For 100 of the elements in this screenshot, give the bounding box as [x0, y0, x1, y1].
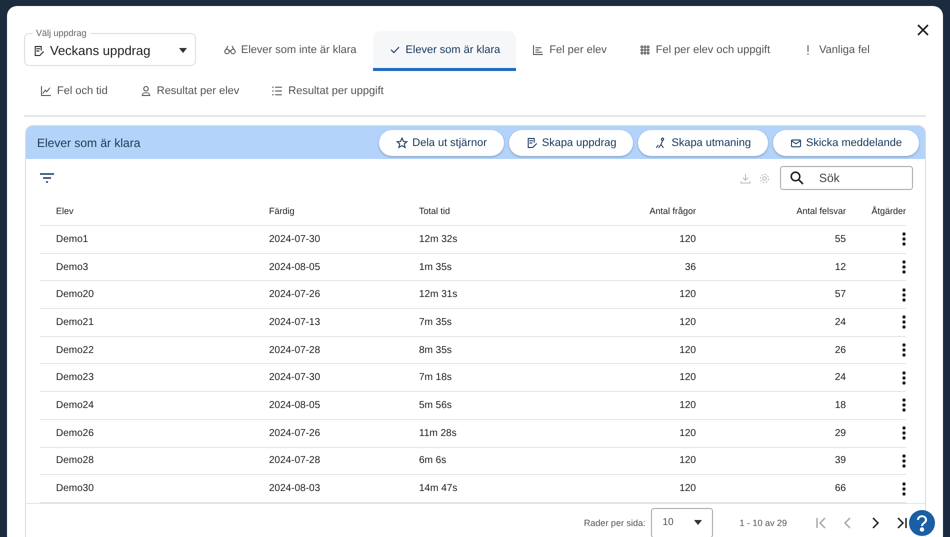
panel-title: Elever som är klara	[37, 136, 142, 150]
table-cell: 26	[834, 344, 846, 356]
grid-icon	[638, 44, 651, 56]
star-icon	[396, 136, 408, 148]
table-cell: 2024-07-13	[269, 316, 320, 328]
action-button[interactable]: Dela ut stjärnor	[379, 130, 504, 156]
more-options-icon[interactable]	[902, 343, 906, 358]
last-page-icon	[895, 516, 909, 530]
dropdown-arrow-icon	[179, 48, 187, 53]
document-edit-icon	[33, 44, 45, 56]
table-cell: 29	[834, 428, 846, 439]
table-cell: Demo3	[56, 262, 88, 273]
rows-per-page-label: Rader per sida:	[584, 518, 646, 528]
table-cell: Demo23	[56, 372, 94, 384]
more-options-icon[interactable]	[902, 426, 906, 440]
select-value: Veckans uppdrag	[50, 43, 152, 58]
tab[interactable]: Resultat per uppgift	[255, 75, 400, 109]
action-button[interactable]: Skicka meddelande	[772, 130, 919, 156]
table-cell: 12m 32s	[419, 234, 458, 245]
table-cell: 120	[679, 344, 696, 356]
tab[interactable]: Resultat per elev	[124, 75, 256, 109]
column-header[interactable]: Färdig	[269, 206, 295, 216]
table-cell: Demo24	[56, 400, 94, 411]
more-options-icon[interactable]	[902, 260, 906, 274]
column-header[interactable]: Total tid	[419, 206, 450, 216]
table-cell: 12	[834, 262, 846, 273]
table-cell: 120	[679, 372, 696, 384]
filter-icon[interactable]	[40, 173, 54, 183]
column-header[interactable]: Åtgärder	[871, 206, 906, 216]
table-cell: 120	[679, 234, 696, 245]
assignment-select[interactable]: Välj uppdrag Veckans uppdrag	[24, 28, 196, 66]
table-cell: Demo1	[56, 234, 88, 245]
tab[interactable]: Fel per elev	[516, 31, 623, 71]
table-cell: 18	[834, 400, 846, 411]
table-cell: 5m 56s	[419, 400, 452, 411]
bar-chart-icon	[532, 44, 544, 56]
table-cell: 2024-08-05	[269, 262, 320, 273]
table-cell: 12m 31s	[419, 289, 458, 300]
table-cell: 57	[834, 289, 846, 300]
line-chart-icon	[40, 84, 52, 96]
help-button[interactable]	[909, 510, 935, 536]
table-cell: 2024-07-30	[269, 234, 320, 245]
search-field[interactable]: Sök	[780, 166, 913, 190]
tab[interactable]: Fel per elev och uppgift	[622, 31, 786, 71]
tab[interactable]: Elever som är klara	[372, 31, 516, 71]
column-header[interactable]: Elev	[56, 206, 74, 216]
document-edit-icon	[526, 136, 538, 148]
select-label: Välj uppdrag	[35, 28, 88, 38]
dropdown-arrow-icon	[694, 520, 702, 526]
more-options-icon[interactable]	[902, 454, 906, 468]
table-cell: 24	[834, 316, 846, 328]
table-cell: 120	[679, 483, 696, 494]
tab[interactable]: Fel och tid	[24, 75, 124, 109]
table-cell: Demo20	[56, 289, 94, 300]
table-cell: 1m 35s	[419, 262, 452, 273]
table-cell: 6m 6s	[419, 455, 446, 466]
table-cell: 120	[679, 316, 696, 328]
column-header[interactable]: Antal frågor	[649, 206, 696, 216]
first-page-icon	[814, 516, 828, 530]
more-options-icon[interactable]	[902, 398, 906, 412]
rows-per-page-select[interactable]: 10	[651, 508, 714, 537]
table-cell: 2024-07-26	[269, 428, 320, 439]
table-cell: 11m 28s	[419, 428, 457, 439]
table-cell: Demo21	[56, 316, 94, 328]
table-cell: 120	[679, 400, 696, 411]
last-page-button[interactable]	[895, 516, 909, 530]
more-options-icon[interactable]	[902, 232, 906, 246]
more-options-icon[interactable]	[902, 482, 906, 496]
table-cell: 24	[834, 372, 846, 384]
more-options-icon[interactable]	[902, 370, 906, 385]
table-cell: Demo28	[56, 455, 94, 466]
table-cell: 14m 47s	[419, 483, 458, 494]
binoculars-icon	[224, 44, 236, 56]
table-cell: Demo22	[56, 344, 94, 356]
page-range: 1 - 10 av 29	[739, 518, 787, 528]
more-options-icon[interactable]	[902, 288, 906, 302]
table-cell: 2024-07-28	[269, 455, 320, 466]
more-options-icon[interactable]	[902, 315, 906, 330]
table-cell: 2024-08-05	[269, 400, 320, 411]
table-cell: 55	[834, 234, 846, 245]
table-cell: 120	[679, 455, 696, 466]
table-cell: 36	[684, 262, 696, 273]
tab[interactable]: Vanliga fel	[786, 31, 886, 71]
table-cell: 2024-07-28	[269, 344, 320, 356]
table-cell: Demo30	[56, 483, 94, 494]
table-cell: 7m 18s	[419, 372, 452, 384]
column-header[interactable]: Antal felsvar	[796, 206, 846, 216]
table-cell: 2024-07-30	[269, 372, 320, 384]
action-button[interactable]: Skapa utmaning	[638, 130, 768, 156]
table-cell: 8m 35s	[419, 344, 452, 356]
table-cell: 2024-07-26	[269, 289, 320, 300]
table-cell: 120	[679, 289, 696, 300]
action-button[interactable]: Skapa uppdrag	[508, 130, 634, 156]
person-icon	[140, 84, 152, 96]
tab[interactable]: Elever som inte är klara	[208, 31, 373, 71]
table-cell: 39	[834, 455, 846, 466]
table-cell: 7m 35s	[419, 316, 452, 328]
search-icon	[790, 171, 804, 185]
table-cell: 120	[679, 428, 696, 439]
list-icon	[271, 84, 284, 96]
